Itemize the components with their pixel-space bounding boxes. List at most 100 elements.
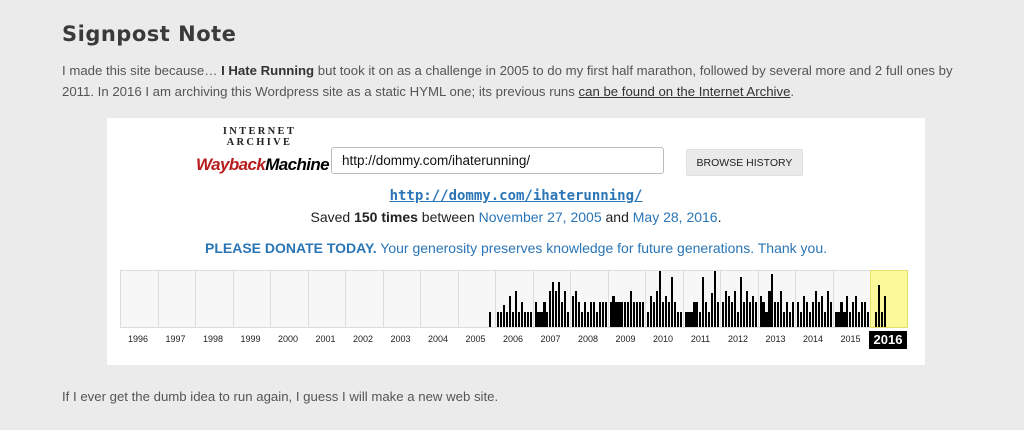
timeline-year-1999[interactable]: [232, 270, 270, 328]
year-label-2014[interactable]: 2014: [794, 334, 832, 344]
capture-timeline[interactable]: [120, 270, 908, 328]
year-label-2015[interactable]: 2015: [832, 334, 870, 344]
capture-bar: [852, 301, 855, 327]
capture-bar: [799, 312, 803, 327]
timeline-year-2011[interactable]: [682, 270, 720, 328]
capture-bar: [786, 301, 789, 327]
capture-bar: [771, 273, 774, 327]
timeline-year-1998[interactable]: [195, 270, 233, 328]
capture-bar: [537, 312, 540, 327]
capture-bar: [598, 301, 601, 327]
timeline-year-2012[interactable]: [720, 270, 758, 328]
capture-bar: [874, 312, 878, 327]
capture-bar: [717, 301, 720, 327]
capture-bar: [567, 312, 570, 327]
year-label-2012[interactable]: 2012: [719, 334, 757, 344]
timeline-year-2015[interactable]: [832, 270, 870, 328]
capture-bar: [627, 301, 630, 327]
saved-and: and: [601, 209, 633, 225]
capture-bar: [814, 290, 817, 327]
saved-count: 150 times: [354, 209, 418, 225]
year-label-2011[interactable]: 2011: [682, 334, 720, 344]
capture-bar: [780, 290, 783, 327]
internet-archive-link[interactable]: can be found on the Internet Archive: [579, 84, 791, 99]
timeline-year-2008[interactable]: [570, 270, 608, 328]
url-input[interactable]: [331, 147, 664, 174]
timeline-year-1997[interactable]: [157, 270, 195, 328]
capture-bar: [508, 296, 511, 327]
timeline-year-2001[interactable]: [307, 270, 345, 328]
capture-bar: [789, 312, 792, 327]
year-label-2008[interactable]: 2008: [569, 334, 607, 344]
capture-bar: [699, 312, 702, 327]
year-label-2002[interactable]: 2002: [344, 334, 382, 344]
capture-bar: [647, 312, 650, 327]
wayback-logo[interactable]: INTERNET ARCHIVE WaybackMachine: [196, 126, 330, 174]
timeline-year-2004[interactable]: [420, 270, 458, 328]
capture-bar: [558, 282, 561, 327]
capture-bar: [555, 290, 558, 327]
wayback-widget: INTERNET ARCHIVE WaybackMachine BROWSE H…: [107, 118, 925, 365]
capture-bar: [702, 276, 705, 327]
donate-text: Your generosity preserves knowledge for …: [376, 240, 828, 256]
year-label-1997[interactable]: 1997: [157, 334, 195, 344]
donate-link[interactable]: PLEASE DONATE TODAY.: [205, 240, 377, 256]
timeline-year-2007[interactable]: [532, 270, 570, 328]
capture-bar: [864, 301, 867, 327]
year-label-2006[interactable]: 2006: [494, 334, 532, 344]
capture-bar: [636, 301, 639, 327]
year-label-2009[interactable]: 2009: [607, 334, 645, 344]
browse-history-button[interactable]: BROWSE HISTORY: [686, 149, 803, 176]
year-label-2007[interactable]: 2007: [532, 334, 570, 344]
year-label-1996[interactable]: 1996: [119, 334, 157, 344]
year-label-2016[interactable]: 2016: [869, 331, 907, 349]
capture-bar: [774, 301, 777, 327]
year-label-2010[interactable]: 2010: [644, 334, 682, 344]
year-label-2004[interactable]: 2004: [419, 334, 457, 344]
year-label-2001[interactable]: 2001: [307, 334, 345, 344]
year-label-1999[interactable]: 1999: [232, 334, 270, 344]
capture-bar: [546, 312, 549, 327]
capture-bar: [561, 301, 564, 327]
last-capture-link[interactable]: May 28, 2016: [633, 209, 718, 225]
year-label-1998[interactable]: 1998: [194, 334, 232, 344]
capture-bar: [837, 312, 840, 327]
capture-bar: [502, 304, 506, 327]
capture-bar: [592, 301, 595, 327]
timeline-year-1996[interactable]: [120, 270, 158, 328]
capture-bar: [711, 293, 714, 327]
year-label-2000[interactable]: 2000: [269, 334, 307, 344]
capture-bar: [826, 290, 829, 327]
capture-bar: [883, 296, 886, 327]
timeline-year-2009[interactable]: [607, 270, 645, 328]
archived-url-link[interactable]: http://dommy.com/ihaterunning/: [107, 188, 925, 204]
capture-bar: [583, 301, 586, 327]
capture-bar: [802, 296, 806, 327]
first-capture-link[interactable]: November 27, 2005: [479, 209, 602, 225]
capture-bar: [736, 312, 739, 327]
timeline-year-2014[interactable]: [795, 270, 833, 328]
donate-message: PLEASE DONATE TODAY. Your generosity pre…: [107, 240, 925, 256]
intro-paragraph: I made this site because… I Hate Running…: [62, 60, 982, 102]
timeline-year-2006[interactable]: [495, 270, 533, 328]
year-label-2013[interactable]: 2013: [757, 334, 795, 344]
timeline-year-2010[interactable]: [645, 270, 683, 328]
capture-bar: [861, 301, 864, 327]
capture-bar: [808, 312, 811, 327]
capture-bar: [639, 301, 642, 327]
capture-bar: [777, 301, 780, 327]
timeline-year-2013[interactable]: [757, 270, 795, 328]
capture-bar: [817, 301, 820, 327]
capture-bar: [618, 301, 621, 327]
timeline-year-2016[interactable]: [870, 270, 908, 328]
capture-bar: [849, 312, 852, 327]
year-label-2003[interactable]: 2003: [382, 334, 420, 344]
timeline-year-2003[interactable]: [382, 270, 420, 328]
intro-text-3: .: [790, 84, 795, 99]
timeline-year-2000[interactable]: [270, 270, 308, 328]
capture-bar: [880, 312, 884, 327]
year-label-2005[interactable]: 2005: [457, 334, 495, 344]
timeline-year-2005[interactable]: [457, 270, 495, 328]
capture-bar: [615, 301, 618, 327]
timeline-year-2002[interactable]: [345, 270, 383, 328]
